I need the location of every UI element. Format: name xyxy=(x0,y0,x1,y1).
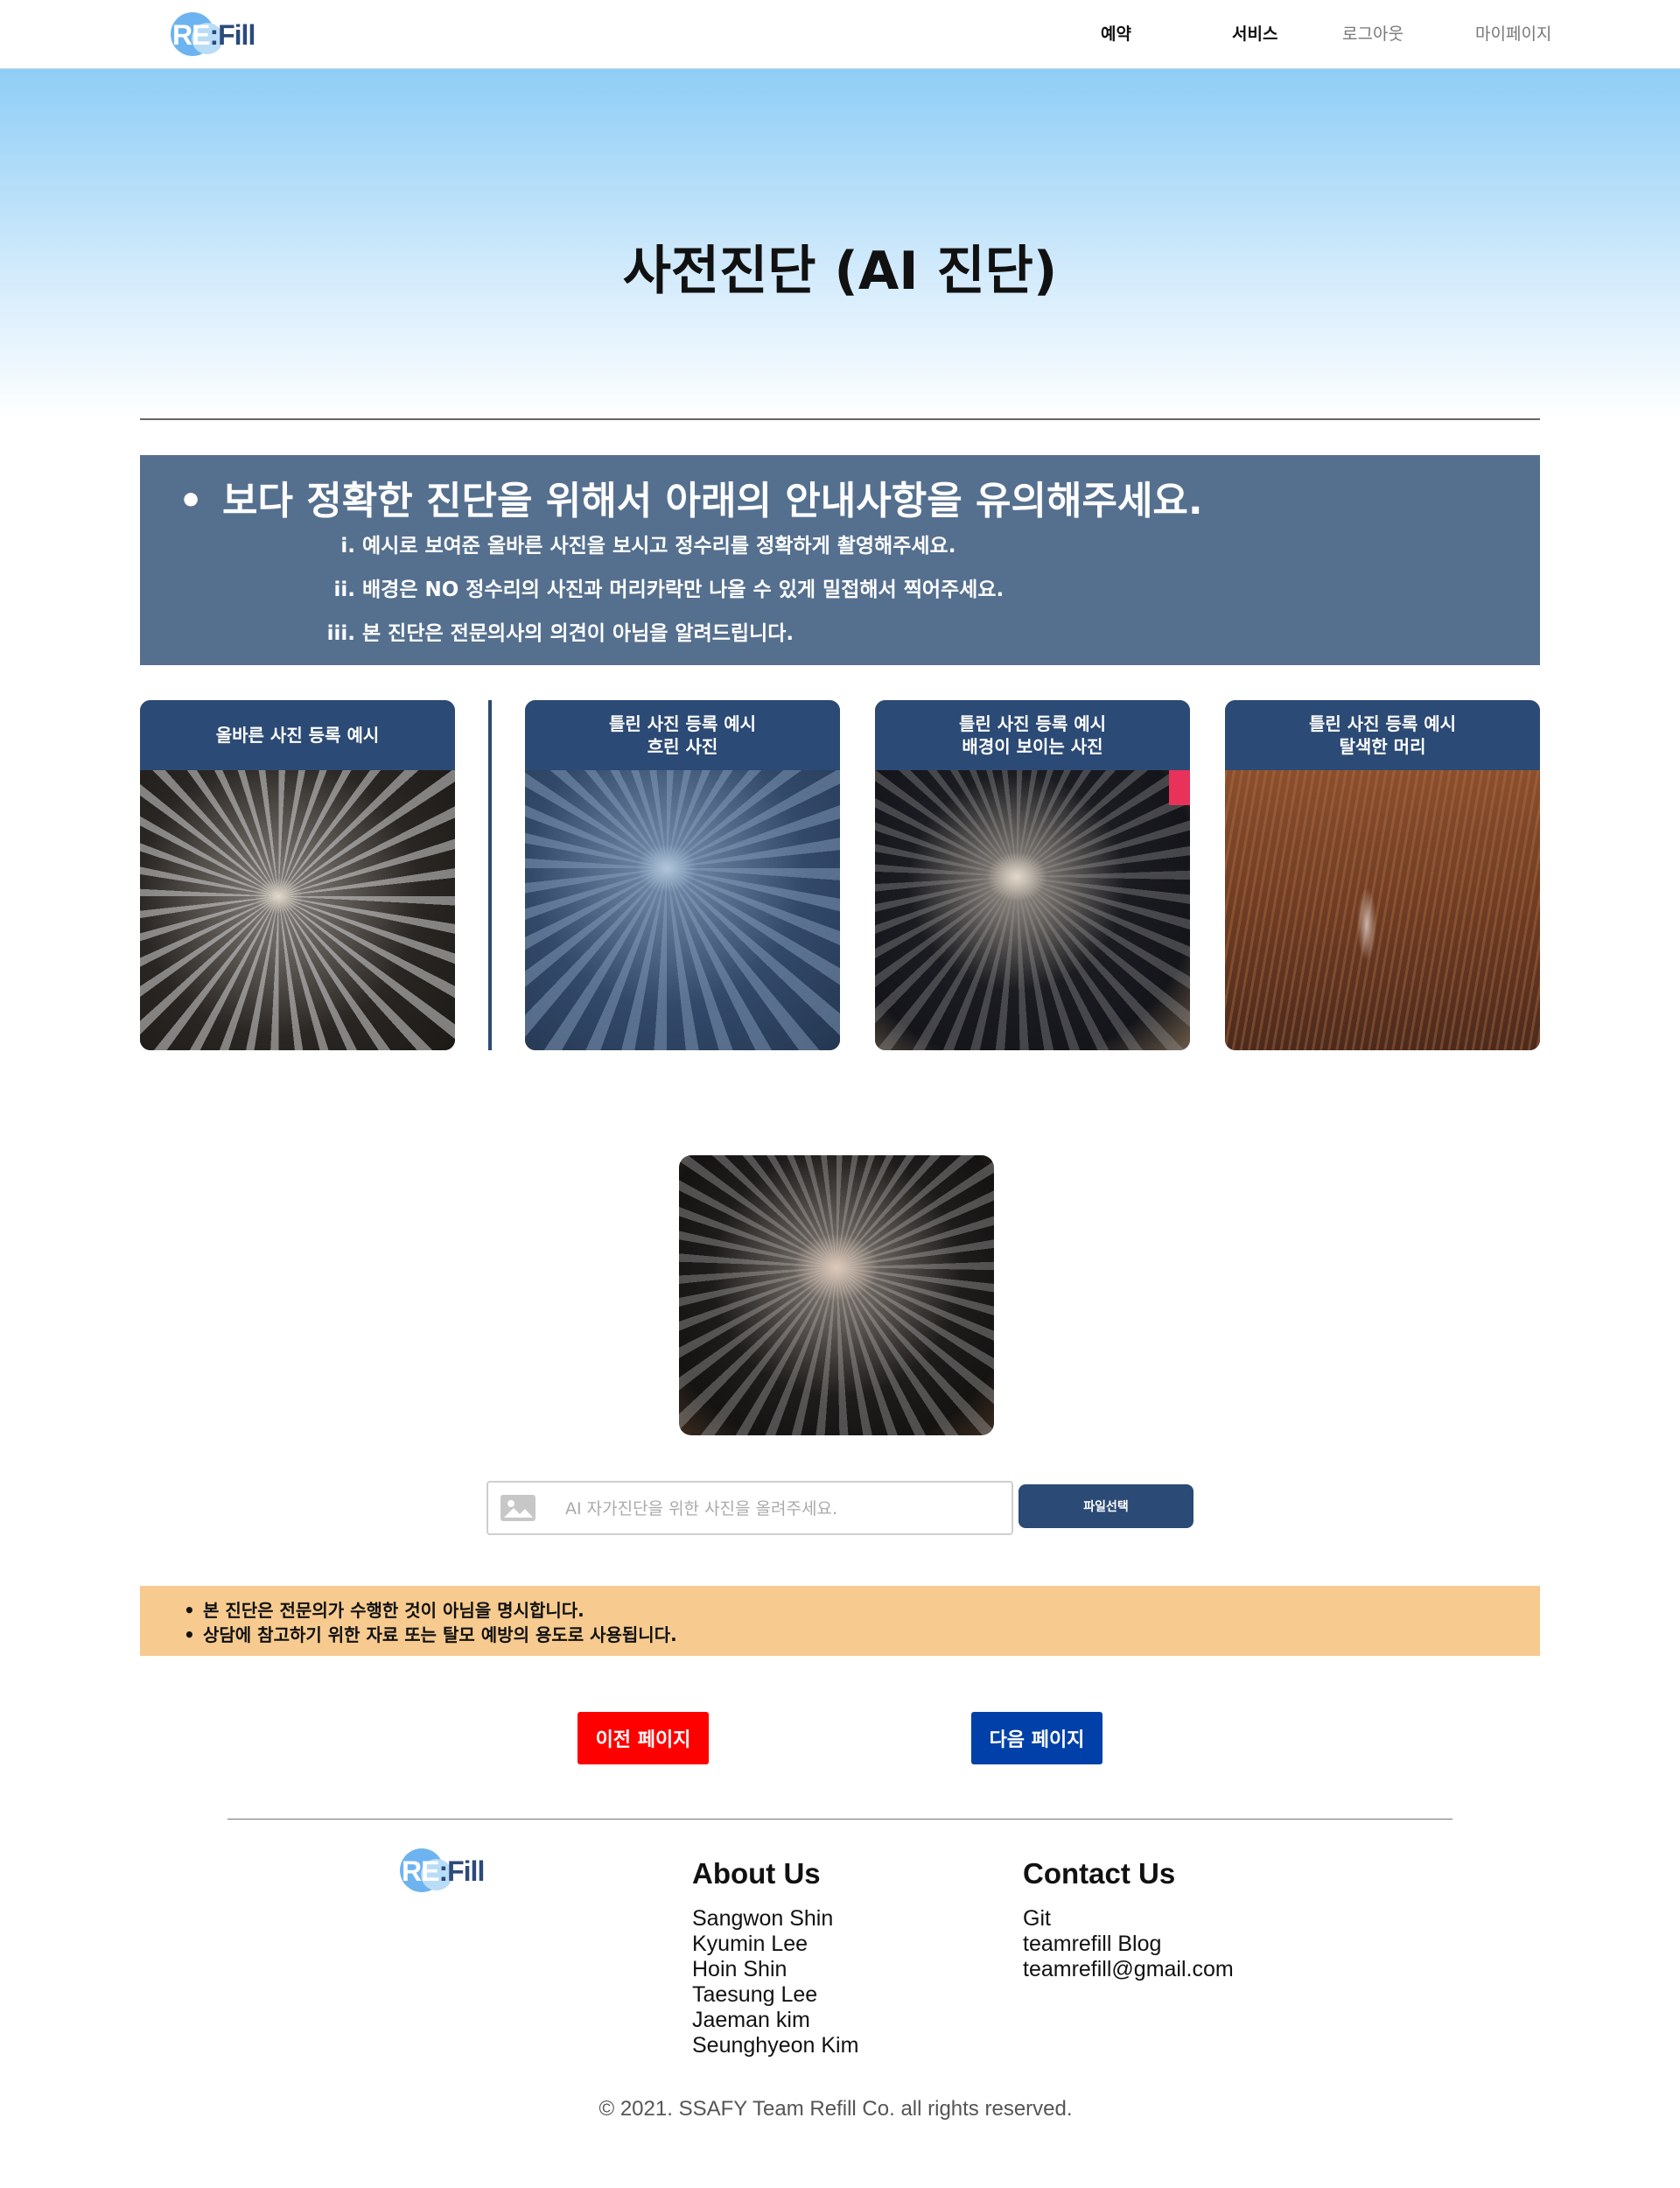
refill-logo[interactable]: RE:Fill xyxy=(171,11,267,60)
example-card-background: 틀린 사진 등록 예시 배경이 보이는 사진 xyxy=(875,700,1190,1050)
email-link[interactable]: teamrefill@gmail.com xyxy=(1023,1957,1234,1982)
example-card-blurry: 틀린 사진 등록 예시 흐린 사진 xyxy=(525,700,840,1050)
card-title: 틀린 사진 등록 예시 xyxy=(1308,713,1457,734)
divider xyxy=(140,418,1540,420)
upload-path-input[interactable] xyxy=(564,1490,996,1528)
scalp-photo-correct xyxy=(140,770,455,1050)
member-name: Taesung Lee xyxy=(692,1982,818,2007)
member-name: Jaeman kim xyxy=(692,2008,810,2032)
nav-mypage[interactable]: 마이페이지 xyxy=(1475,0,1551,68)
card-subtitle: 탈색한 머리 xyxy=(1339,736,1426,757)
nav-reservation[interactable]: 예약 xyxy=(1101,0,1131,68)
page-title: 사전진단 (AI 진단) xyxy=(622,241,1058,302)
member-name: Seunghyeon Kim xyxy=(692,2033,859,2058)
member-name: Hoin Shin xyxy=(692,1957,788,1981)
notice-item: iii. 본 진단은 전문의사의 의견이 아님을 알려드립니다. xyxy=(326,622,794,645)
guidance-notice: • 보다 정확한 진단을 위해서 아래의 안내사항을 유의해주세요. i. 예시로 … xyxy=(140,455,1540,665)
logo-text: RE:Fill xyxy=(172,19,256,51)
footer-divider xyxy=(228,1819,1452,1820)
card-title: 틀린 사진 등록 예시 xyxy=(958,713,1107,734)
image-icon xyxy=(500,1495,536,1521)
scalp-photo-bleached xyxy=(1225,770,1540,1050)
card-header: 틀린 사진 등록 예시 탈색한 머리 xyxy=(1225,700,1540,770)
notice-item: i. 예시로 보여준 올바른 사진을 보시고 정수리를 정확하게 촬영해주세요. xyxy=(340,535,956,558)
scalp-photo-background xyxy=(875,770,1190,1050)
nav-service[interactable]: 서비스 xyxy=(1232,0,1278,68)
next-page-button[interactable]: 다음 페이지 xyxy=(971,1712,1102,1764)
choose-file-button[interactable]: 파일선택 xyxy=(1018,1484,1194,1528)
contact-us-section: Contact Us Git teamrefill Blog teamrefil… xyxy=(1023,1857,1234,1982)
hero-banner: 사전진단 (AI 진단) xyxy=(0,69,1680,419)
copyright-text: © 2021. SSAFY Team Refill Co. all rights… xyxy=(598,2097,1073,2121)
disclaimer-item: • 상담에 참고하기 위한 자료 또는 탈모 예방의 용도로 사용됩니다. xyxy=(184,1624,677,1645)
photo-upload-field[interactable] xyxy=(486,1481,1013,1535)
uploaded-photo-preview xyxy=(679,1155,994,1435)
card-subtitle: 배경이 보이는 사진 xyxy=(962,736,1103,757)
about-us-section: About Us Sangwon Shin Kyumin Lee Hoin Sh… xyxy=(692,1857,858,2058)
vertical-divider xyxy=(488,700,492,1050)
about-us-title: About Us xyxy=(692,1857,821,1890)
disclaimer-item: • 본 진단은 전문의가 수행한 것이 아님을 명시합니다. xyxy=(184,1600,584,1621)
scalp-photo-blurry xyxy=(525,770,840,1050)
notice-heading: • 보다 정확한 진단을 위해서 아래의 안내사항을 유의해주세요. xyxy=(178,479,1203,523)
logo-text: RE:Fill xyxy=(402,1855,485,1887)
member-name: Kyumin Lee xyxy=(692,1932,808,1956)
git-link[interactable]: Git xyxy=(1023,1906,1234,1932)
card-header: 올바른 사진 등록 예시 xyxy=(140,700,455,770)
nav-logout[interactable]: 로그아웃 xyxy=(1342,0,1404,68)
example-card-correct: 올바른 사진 등록 예시 xyxy=(140,700,455,1050)
footer-refill-logo: RE:Fill xyxy=(400,1847,496,1896)
disclaimer-box: • 본 진단은 전문의가 수행한 것이 아님을 명시합니다. • 상담에 참고하기 … xyxy=(140,1586,1540,1656)
card-title: 올바른 사진 등록 예시 xyxy=(215,725,380,746)
card-header: 틀린 사진 등록 예시 흐린 사진 xyxy=(525,700,840,770)
top-navbar: RE:Fill 예약 서비스 로그아웃 마이페이지 xyxy=(0,0,1680,69)
example-card-bleached: 틀린 사진 등록 예시 탈색한 머리 xyxy=(1225,700,1540,1050)
card-header: 틀린 사진 등록 예시 배경이 보이는 사진 xyxy=(875,700,1190,770)
blog-link[interactable]: teamrefill Blog xyxy=(1023,1932,1234,1957)
contact-us-title: Contact Us xyxy=(1023,1857,1176,1890)
card-title: 틀린 사진 등록 예시 xyxy=(608,713,757,734)
previous-page-button[interactable]: 이전 페이지 xyxy=(578,1712,709,1764)
card-subtitle: 흐린 사진 xyxy=(647,736,718,757)
notice-item: ii. 배경은 NO 정수리의 사진과 머리카락만 나올 수 있게 밀접해서 찍어… xyxy=(333,579,1004,601)
member-name: Sangwon Shin xyxy=(692,1906,834,1931)
